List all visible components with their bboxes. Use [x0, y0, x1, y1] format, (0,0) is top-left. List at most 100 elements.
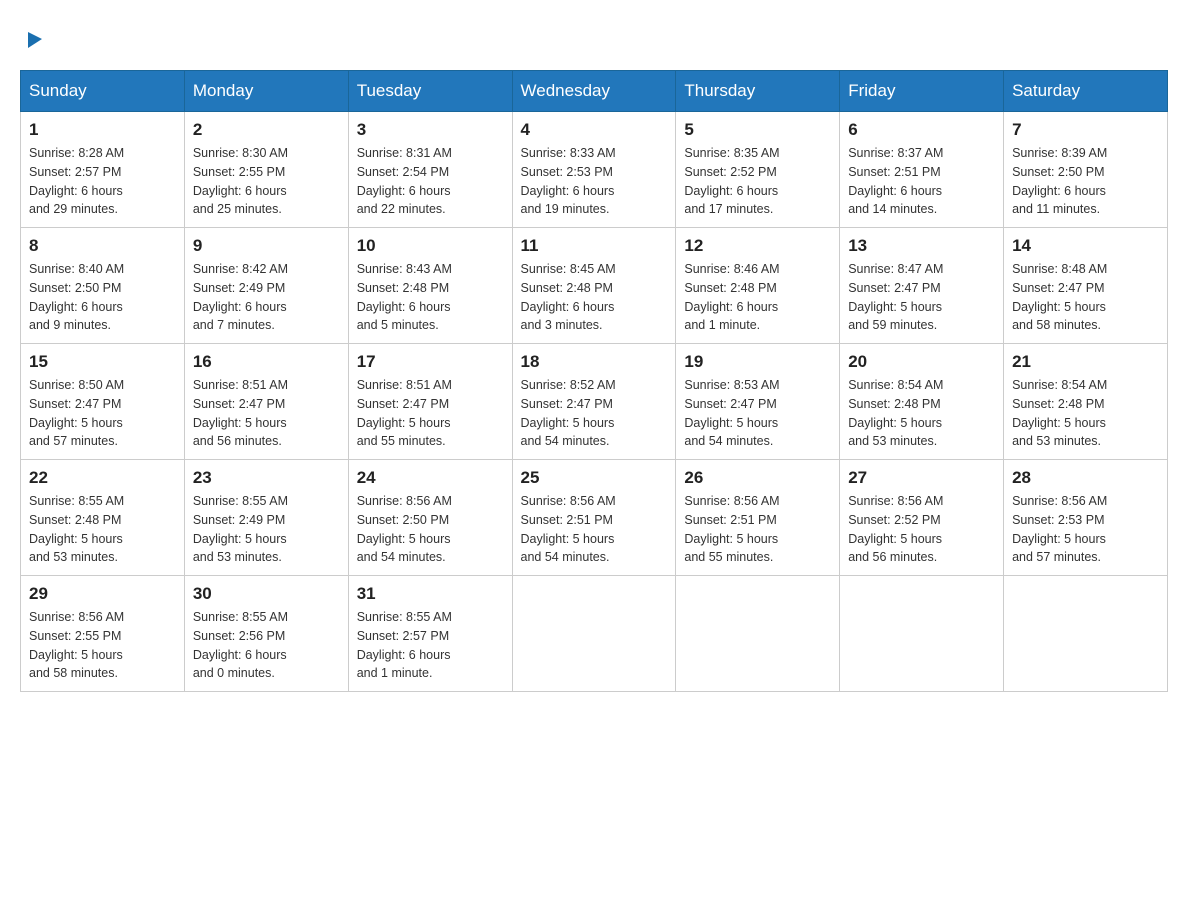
calendar-cell: 28 Sunrise: 8:56 AM Sunset: 2:53 PM Dayl…	[1004, 460, 1168, 576]
calendar-cell: 29 Sunrise: 8:56 AM Sunset: 2:55 PM Dayl…	[21, 576, 185, 692]
day-info: Sunrise: 8:31 AM Sunset: 2:54 PM Dayligh…	[357, 144, 504, 219]
day-info: Sunrise: 8:56 AM Sunset: 2:50 PM Dayligh…	[357, 492, 504, 567]
day-info: Sunrise: 8:35 AM Sunset: 2:52 PM Dayligh…	[684, 144, 831, 219]
day-number: 15	[29, 352, 176, 372]
day-info: Sunrise: 8:45 AM Sunset: 2:48 PM Dayligh…	[521, 260, 668, 335]
calendar-cell: 9 Sunrise: 8:42 AM Sunset: 2:49 PM Dayli…	[184, 228, 348, 344]
calendar-cell: 12 Sunrise: 8:46 AM Sunset: 2:48 PM Dayl…	[676, 228, 840, 344]
day-info: Sunrise: 8:56 AM Sunset: 2:53 PM Dayligh…	[1012, 492, 1159, 567]
day-info: Sunrise: 8:39 AM Sunset: 2:50 PM Dayligh…	[1012, 144, 1159, 219]
day-number: 19	[684, 352, 831, 372]
day-info: Sunrise: 8:52 AM Sunset: 2:47 PM Dayligh…	[521, 376, 668, 451]
day-header-tuesday: Tuesday	[348, 71, 512, 112]
day-number: 13	[848, 236, 995, 256]
week-row-2: 8 Sunrise: 8:40 AM Sunset: 2:50 PM Dayli…	[21, 228, 1168, 344]
week-row-3: 15 Sunrise: 8:50 AM Sunset: 2:47 PM Dayl…	[21, 344, 1168, 460]
day-info: Sunrise: 8:42 AM Sunset: 2:49 PM Dayligh…	[193, 260, 340, 335]
day-number: 6	[848, 120, 995, 140]
week-row-1: 1 Sunrise: 8:28 AM Sunset: 2:57 PM Dayli…	[21, 112, 1168, 228]
day-headers-row: SundayMondayTuesdayWednesdayThursdayFrid…	[21, 71, 1168, 112]
day-number: 18	[521, 352, 668, 372]
calendar-cell	[1004, 576, 1168, 692]
day-number: 10	[357, 236, 504, 256]
day-number: 4	[521, 120, 668, 140]
day-number: 28	[1012, 468, 1159, 488]
calendar-cell: 27 Sunrise: 8:56 AM Sunset: 2:52 PM Dayl…	[840, 460, 1004, 576]
day-info: Sunrise: 8:56 AM Sunset: 2:55 PM Dayligh…	[29, 608, 176, 683]
calendar-cell: 1 Sunrise: 8:28 AM Sunset: 2:57 PM Dayli…	[21, 112, 185, 228]
day-info: Sunrise: 8:28 AM Sunset: 2:57 PM Dayligh…	[29, 144, 176, 219]
calendar-cell: 25 Sunrise: 8:56 AM Sunset: 2:51 PM Dayl…	[512, 460, 676, 576]
day-header-friday: Friday	[840, 71, 1004, 112]
day-number: 31	[357, 584, 504, 604]
calendar-cell: 7 Sunrise: 8:39 AM Sunset: 2:50 PM Dayli…	[1004, 112, 1168, 228]
calendar-cell: 20 Sunrise: 8:54 AM Sunset: 2:48 PM Dayl…	[840, 344, 1004, 460]
day-number: 20	[848, 352, 995, 372]
day-number: 27	[848, 468, 995, 488]
calendar-cell: 5 Sunrise: 8:35 AM Sunset: 2:52 PM Dayli…	[676, 112, 840, 228]
calendar-cell: 23 Sunrise: 8:55 AM Sunset: 2:49 PM Dayl…	[184, 460, 348, 576]
day-number: 16	[193, 352, 340, 372]
day-info: Sunrise: 8:46 AM Sunset: 2:48 PM Dayligh…	[684, 260, 831, 335]
calendar-cell: 31 Sunrise: 8:55 AM Sunset: 2:57 PM Dayl…	[348, 576, 512, 692]
calendar-cell: 10 Sunrise: 8:43 AM Sunset: 2:48 PM Dayl…	[348, 228, 512, 344]
day-number: 2	[193, 120, 340, 140]
calendar-cell: 6 Sunrise: 8:37 AM Sunset: 2:51 PM Dayli…	[840, 112, 1004, 228]
calendar-cell: 11 Sunrise: 8:45 AM Sunset: 2:48 PM Dayl…	[512, 228, 676, 344]
calendar-table: SundayMondayTuesdayWednesdayThursdayFrid…	[20, 70, 1168, 692]
logo	[20, 30, 44, 50]
calendar-cell: 2 Sunrise: 8:30 AM Sunset: 2:55 PM Dayli…	[184, 112, 348, 228]
calendar-cell	[840, 576, 1004, 692]
day-info: Sunrise: 8:56 AM Sunset: 2:51 PM Dayligh…	[521, 492, 668, 567]
calendar-cell: 16 Sunrise: 8:51 AM Sunset: 2:47 PM Dayl…	[184, 344, 348, 460]
day-info: Sunrise: 8:50 AM Sunset: 2:47 PM Dayligh…	[29, 376, 176, 451]
day-info: Sunrise: 8:48 AM Sunset: 2:47 PM Dayligh…	[1012, 260, 1159, 335]
calendar-cell: 26 Sunrise: 8:56 AM Sunset: 2:51 PM Dayl…	[676, 460, 840, 576]
day-info: Sunrise: 8:56 AM Sunset: 2:51 PM Dayligh…	[684, 492, 831, 567]
calendar-cell	[512, 576, 676, 692]
day-header-monday: Monday	[184, 71, 348, 112]
day-info: Sunrise: 8:53 AM Sunset: 2:47 PM Dayligh…	[684, 376, 831, 451]
day-number: 5	[684, 120, 831, 140]
day-info: Sunrise: 8:40 AM Sunset: 2:50 PM Dayligh…	[29, 260, 176, 335]
day-info: Sunrise: 8:54 AM Sunset: 2:48 PM Dayligh…	[1012, 376, 1159, 451]
day-number: 12	[684, 236, 831, 256]
calendar-cell: 15 Sunrise: 8:50 AM Sunset: 2:47 PM Dayl…	[21, 344, 185, 460]
day-number: 3	[357, 120, 504, 140]
day-number: 17	[357, 352, 504, 372]
day-number: 21	[1012, 352, 1159, 372]
day-info: Sunrise: 8:55 AM Sunset: 2:48 PM Dayligh…	[29, 492, 176, 567]
day-info: Sunrise: 8:54 AM Sunset: 2:48 PM Dayligh…	[848, 376, 995, 451]
day-info: Sunrise: 8:43 AM Sunset: 2:48 PM Dayligh…	[357, 260, 504, 335]
calendar-cell: 4 Sunrise: 8:33 AM Sunset: 2:53 PM Dayli…	[512, 112, 676, 228]
page-header	[20, 20, 1168, 50]
calendar-cell: 19 Sunrise: 8:53 AM Sunset: 2:47 PM Dayl…	[676, 344, 840, 460]
day-info: Sunrise: 8:51 AM Sunset: 2:47 PM Dayligh…	[193, 376, 340, 451]
day-number: 8	[29, 236, 176, 256]
calendar-cell: 8 Sunrise: 8:40 AM Sunset: 2:50 PM Dayli…	[21, 228, 185, 344]
day-number: 26	[684, 468, 831, 488]
day-number: 23	[193, 468, 340, 488]
day-info: Sunrise: 8:55 AM Sunset: 2:49 PM Dayligh…	[193, 492, 340, 567]
calendar-cell: 24 Sunrise: 8:56 AM Sunset: 2:50 PM Dayl…	[348, 460, 512, 576]
calendar-cell	[676, 576, 840, 692]
day-number: 11	[521, 236, 668, 256]
day-info: Sunrise: 8:51 AM Sunset: 2:47 PM Dayligh…	[357, 376, 504, 451]
calendar-cell: 17 Sunrise: 8:51 AM Sunset: 2:47 PM Dayl…	[348, 344, 512, 460]
calendar-cell: 14 Sunrise: 8:48 AM Sunset: 2:47 PM Dayl…	[1004, 228, 1168, 344]
day-info: Sunrise: 8:47 AM Sunset: 2:47 PM Dayligh…	[848, 260, 995, 335]
day-number: 29	[29, 584, 176, 604]
day-header-wednesday: Wednesday	[512, 71, 676, 112]
day-info: Sunrise: 8:56 AM Sunset: 2:52 PM Dayligh…	[848, 492, 995, 567]
calendar-cell: 3 Sunrise: 8:31 AM Sunset: 2:54 PM Dayli…	[348, 112, 512, 228]
day-info: Sunrise: 8:37 AM Sunset: 2:51 PM Dayligh…	[848, 144, 995, 219]
day-header-saturday: Saturday	[1004, 71, 1168, 112]
day-info: Sunrise: 8:55 AM Sunset: 2:57 PM Dayligh…	[357, 608, 504, 683]
day-number: 24	[357, 468, 504, 488]
calendar-cell: 21 Sunrise: 8:54 AM Sunset: 2:48 PM Dayl…	[1004, 344, 1168, 460]
day-number: 14	[1012, 236, 1159, 256]
day-number: 30	[193, 584, 340, 604]
day-number: 7	[1012, 120, 1159, 140]
day-info: Sunrise: 8:33 AM Sunset: 2:53 PM Dayligh…	[521, 144, 668, 219]
logo-triangle-icon	[22, 28, 44, 50]
